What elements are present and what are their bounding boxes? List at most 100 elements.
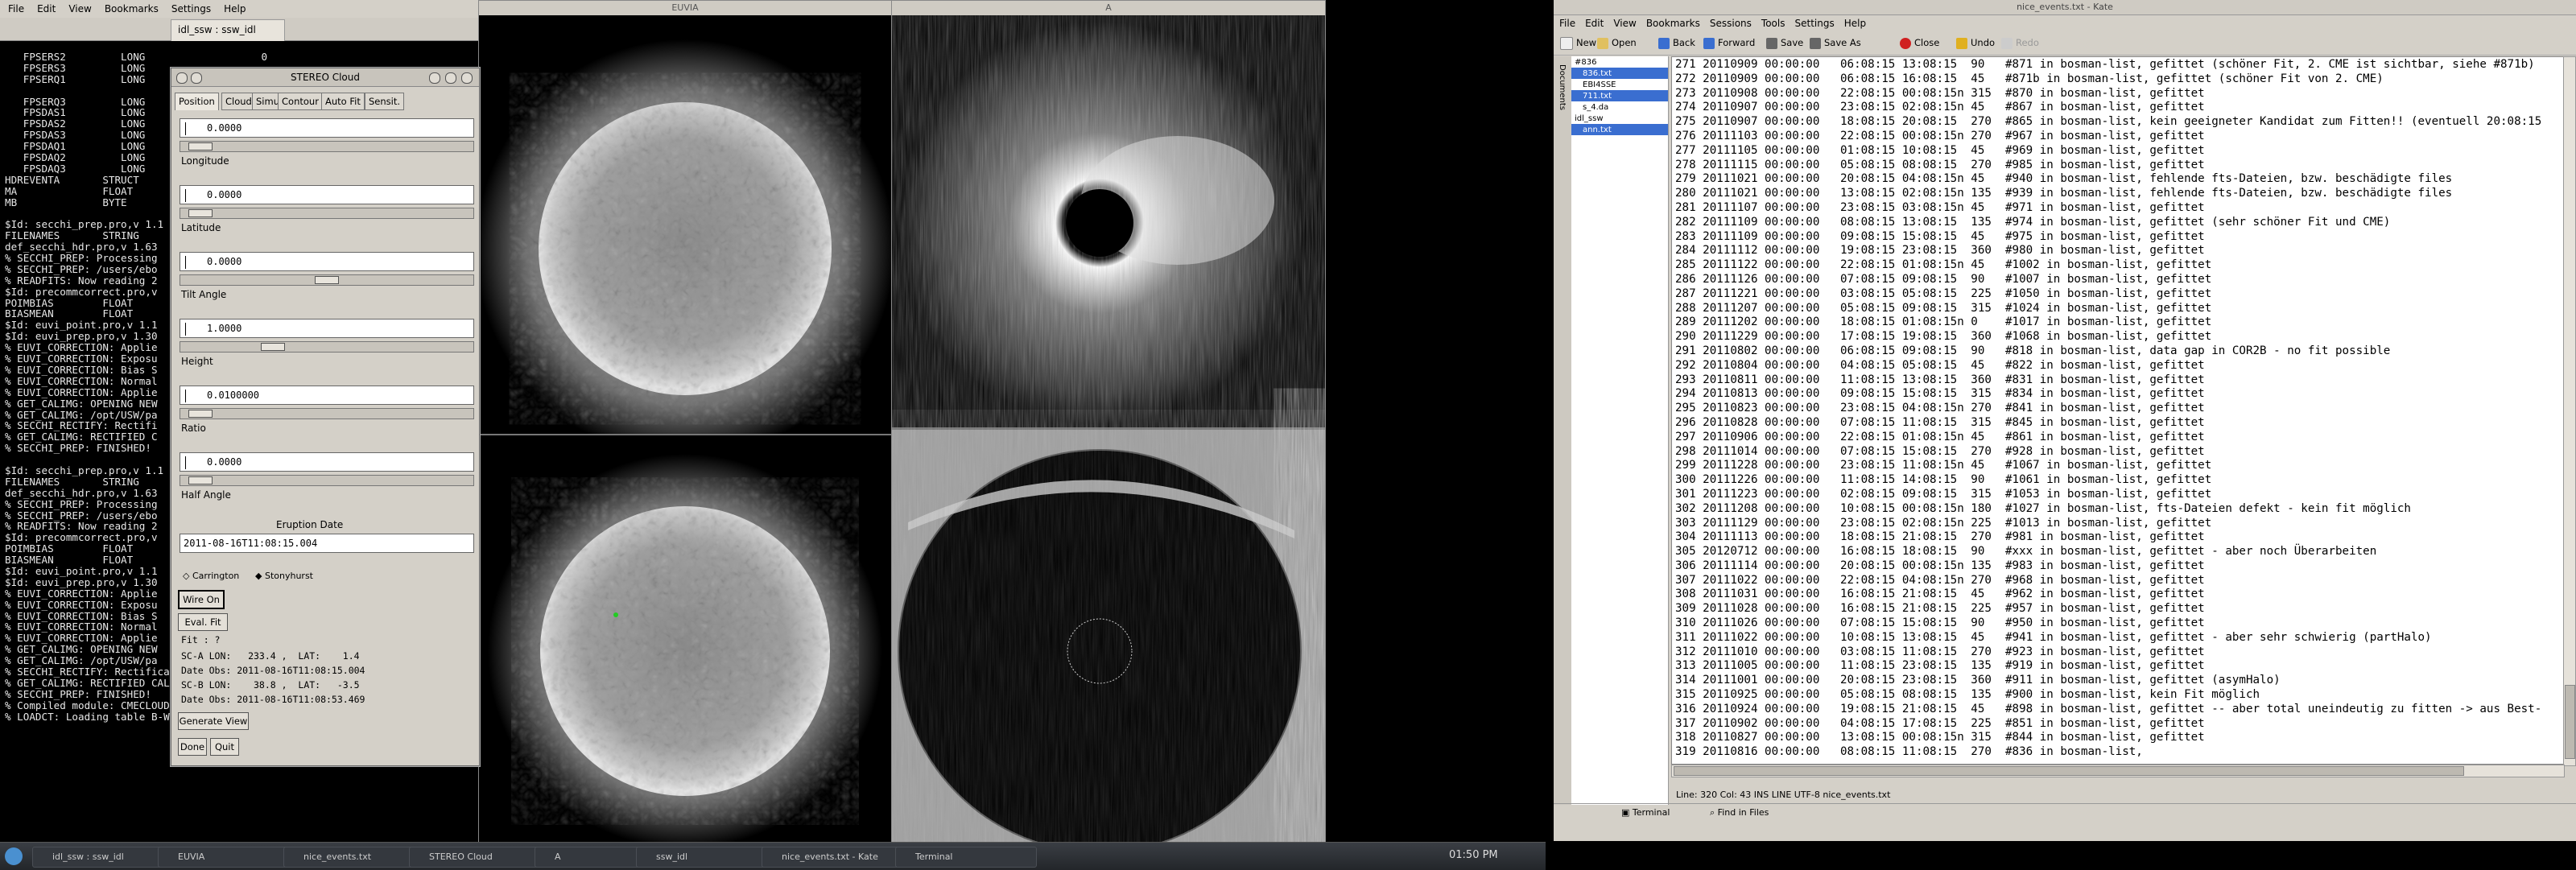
taskbar-task[interactable]: Terminal xyxy=(895,847,1037,868)
documents-tab[interactable]: Documents xyxy=(1558,64,1567,110)
tab-contour[interactable]: Contour xyxy=(278,93,323,110)
text-editor[interactable]: 271 20110909 00:00:00 06:08:15 13:08:15 … xyxy=(1671,56,2565,765)
editor-line[interactable]: 301 20111223 00:00:00 02:08:15 09:08:15 … xyxy=(1675,488,2541,502)
eruption-date-input[interactable]: 2011-08-16T11:08:15.004 xyxy=(180,534,474,553)
editor-line[interactable]: 283 20111109 00:00:00 09:08:15 15:08:15 … xyxy=(1675,230,2541,245)
document-tree[interactable]: #836 836.txt EBI4SSE 711.txt s_4.da idl_ssw an… xyxy=(1571,56,1669,805)
editor-line[interactable]: 273 20110908 00:00:00 22:08:15 00:08:15n… xyxy=(1675,87,2541,101)
radio-carrington[interactable]: ◇ Carrington xyxy=(183,571,239,581)
terminal-menu-settings[interactable]: Settings xyxy=(163,0,216,14)
slider-knob[interactable] xyxy=(188,142,213,150)
editor-line[interactable]: 289 20111202 00:00:00 18:08:15 01:08:15n… xyxy=(1675,315,2541,330)
editor-line[interactable]: 281 20111107 00:00:00 23:08:15 03:08:15n… xyxy=(1675,201,2541,216)
editor-line[interactable]: 297 20110906 00:00:00 22:08:15 01:08:15n… xyxy=(1675,431,2541,445)
tree-item[interactable]: s_4.da xyxy=(1571,101,1668,113)
terminal-tab[interactable]: idl_ssw : ssw_idl xyxy=(171,19,285,41)
param-slider-0[interactable] xyxy=(180,141,474,152)
editor-line[interactable]: 276 20111103 00:00:00 22:08:15 00:08:15n… xyxy=(1675,130,2541,144)
editor-line[interactable]: 285 20111122 00:00:00 22:08:15 01:08:15n… xyxy=(1675,258,2541,273)
editor-line[interactable]: 308 20111031 00:00:00 16:08:15 21:08:15 … xyxy=(1675,588,2541,602)
redo-button[interactable]: Redo xyxy=(2001,35,2039,50)
kate-menu-edit[interactable]: Edit xyxy=(1579,15,1608,29)
cor-image-window[interactable]: A xyxy=(891,0,1326,843)
generate-view-button[interactable]: Generate View xyxy=(178,712,249,730)
taskbar-task[interactable]: nice_events.txt - Kate xyxy=(762,847,911,868)
kate-menu-settings[interactable]: Settings xyxy=(1789,15,1838,29)
editor-line[interactable]: 284 20111112 00:00:00 19:08:15 23:08:15 … xyxy=(1675,244,2541,258)
editor-line[interactable]: 280 20111021 00:00:00 13:08:15 02:08:15n… xyxy=(1675,187,2541,201)
editor-line[interactable]: 304 20111113 00:00:00 18:08:15 21:08:15 … xyxy=(1675,530,2541,545)
param-slider-4[interactable] xyxy=(180,408,474,419)
close-icon[interactable] xyxy=(461,72,473,84)
back-button[interactable]: Back xyxy=(1658,35,1695,50)
editor-line[interactable]: 287 20111221 00:00:00 03:08:15 05:08:15 … xyxy=(1675,287,2541,302)
editor-line[interactable]: 310 20111026 00:00:00 07:08:15 15:08:15 … xyxy=(1675,616,2541,631)
editor-line[interactable]: 315 20110925 00:00:00 05:08:15 08:08:15 … xyxy=(1675,688,2541,703)
minimize-icon[interactable] xyxy=(429,72,440,84)
euvi-window-titlebar[interactable]: EUVIA xyxy=(479,1,891,16)
tree-item[interactable]: 711.txt xyxy=(1571,90,1668,101)
editor-line[interactable]: 272 20110909 00:00:00 06:08:15 16:08:15 … xyxy=(1675,72,2541,87)
editor-line[interactable]: 299 20111228 00:00:00 23:08:15 11:08:15n… xyxy=(1675,459,2541,473)
editor-line[interactable]: 305 20120712 00:00:00 16:08:15 18:08:15 … xyxy=(1675,545,2541,559)
slider-knob[interactable] xyxy=(188,410,213,418)
tab-cloud[interactable]: Cloud xyxy=(221,93,256,110)
terminal-menu-view[interactable]: View xyxy=(60,0,96,14)
kate-menu-help[interactable]: Help xyxy=(1839,15,1870,29)
editor-line[interactable]: 278 20111115 00:00:00 05:08:15 08:08:15 … xyxy=(1675,159,2541,173)
editor-line[interactable]: 302 20111208 00:00:00 10:08:15 00:08:15n… xyxy=(1675,502,2541,517)
editor-line[interactable]: 311 20111022 00:00:00 10:08:15 13:08:15 … xyxy=(1675,631,2541,645)
tab-sensitivity[interactable]: Sensit. xyxy=(365,93,405,110)
editor-line[interactable]: 312 20111010 00:00:00 03:08:15 11:08:15 … xyxy=(1675,645,2541,660)
tree-item[interactable]: idl_ssw xyxy=(1571,113,1668,124)
editor-line[interactable]: 314 20111001 00:00:00 20:08:15 23:08:15 … xyxy=(1675,674,2541,688)
kde-menu-icon[interactable] xyxy=(5,847,23,865)
vertical-scrollbar[interactable] xyxy=(2563,56,2576,766)
terminal-menu-bookmarks[interactable]: Bookmarks xyxy=(97,0,163,14)
undo-button[interactable]: Undo xyxy=(1956,35,1995,50)
editor-line[interactable]: 275 20110907 00:00:00 18:08:15 20:08:15 … xyxy=(1675,115,2541,130)
tab-position[interactable]: Position xyxy=(175,93,219,110)
editor-line[interactable]: 306 20111114 00:00:00 20:08:15 00:08:15n… xyxy=(1675,559,2541,574)
radio-stonyhurst[interactable]: ◆ Stonyhurst xyxy=(255,571,313,581)
wire-on-button[interactable]: Wire On xyxy=(178,590,225,609)
terminal-menu-file[interactable]: File xyxy=(0,0,29,14)
param-input-4[interactable]: 0.0100000 xyxy=(180,386,474,405)
param-slider-5[interactable] xyxy=(180,475,474,486)
forward-button[interactable]: Forward xyxy=(1703,35,1755,50)
slider-knob[interactable] xyxy=(315,276,339,284)
kate-window[interactable]: nice_events.txt - Kate File Edit View Bookm… xyxy=(1554,0,2576,841)
editor-line[interactable]: 290 20111229 00:00:00 17:08:15 19:08:15 … xyxy=(1675,330,2541,344)
taskbar-task[interactable]: EUVIA xyxy=(158,847,299,868)
editor-line[interactable]: 309 20111028 00:00:00 16:08:15 21:08:15 … xyxy=(1675,602,2541,616)
editor-line[interactable]: 271 20110909 00:00:00 06:08:15 13:08:15 … xyxy=(1675,58,2541,72)
slider-knob[interactable] xyxy=(188,209,213,217)
terminal-menu-help[interactable]: Help xyxy=(216,0,250,14)
editor-line[interactable]: 293 20110811 00:00:00 11:08:15 13:08:15 … xyxy=(1675,373,2541,388)
kate-titlebar[interactable]: nice_events.txt - Kate xyxy=(1554,0,2576,15)
tree-item[interactable]: #836 xyxy=(1571,56,1668,68)
editor-line[interactable]: 313 20111005 00:00:00 11:08:15 23:08:15 … xyxy=(1675,659,2541,674)
param-input-2[interactable]: 0.0000 xyxy=(180,252,474,271)
horizontal-scrollbar[interactable] xyxy=(1671,765,2565,777)
editor-line[interactable]: 318 20110827 00:00:00 13:08:15 00:08:15n… xyxy=(1675,731,2541,745)
param-input-3[interactable]: 1.0000 xyxy=(180,319,474,338)
editor-line[interactable]: 303 20111129 00:00:00 23:08:15 02:08:15n… xyxy=(1675,517,2541,531)
param-slider-2[interactable] xyxy=(180,274,474,286)
param-input-1[interactable]: 0.0000 xyxy=(180,185,474,204)
editor-lines[interactable]: 271 20110909 00:00:00 06:08:15 13:08:15 … xyxy=(1675,58,2541,760)
kate-menu-view[interactable]: View xyxy=(1608,15,1640,29)
editor-line[interactable]: 319 20110816 00:00:00 08:08:15 11:08:15 … xyxy=(1675,745,2541,760)
save-button[interactable]: Save xyxy=(1766,35,1803,50)
tree-item[interactable]: ann.txt xyxy=(1571,124,1668,135)
hscroll-thumb[interactable] xyxy=(1674,766,2464,776)
new-button[interactable]: New xyxy=(1560,35,1596,50)
stereo-dialog-titlebar[interactable]: STEREO Cloud xyxy=(171,68,479,87)
editor-line[interactable]: 317 20110902 00:00:00 04:08:15 17:08:15 … xyxy=(1675,717,2541,732)
tab-auto-fit[interactable]: Auto Fit xyxy=(321,93,365,110)
kate-menu-bookmarks[interactable]: Bookmarks xyxy=(1641,15,1704,29)
editor-line[interactable]: 307 20111022 00:00:00 22:08:15 04:08:15n… xyxy=(1675,574,2541,588)
editor-line[interactable]: 274 20110907 00:00:00 23:08:15 02:08:15n… xyxy=(1675,101,2541,115)
editor-line[interactable]: 298 20111014 00:00:00 07:08:15 15:08:15 … xyxy=(1675,445,2541,460)
editor-line[interactable]: 316 20110924 00:00:00 19:08:15 21:08:15 … xyxy=(1675,703,2541,717)
